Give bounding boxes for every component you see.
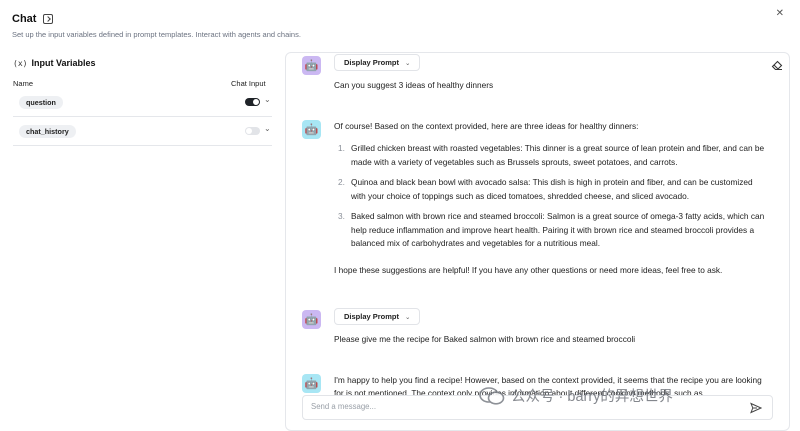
message-outro: I hope these suggestions are helpful! If… bbox=[334, 265, 723, 275]
title-row: Chat bbox=[12, 13, 54, 25]
list-number: 3. bbox=[338, 211, 345, 221]
list-item-text: Quinoa and black bean bowl with avocado … bbox=[351, 177, 753, 201]
chat-input-toggle[interactable] bbox=[245, 127, 260, 135]
column-header-chat-input: Chat Input bbox=[231, 79, 266, 88]
wechat-logo-icon bbox=[479, 386, 505, 405]
close-icon[interactable]: ✕ bbox=[776, 8, 784, 19]
variable-row-chat-history: chat_history ⌄ bbox=[13, 117, 272, 146]
list-item-text: Baked salmon with brown rice and steamed… bbox=[351, 211, 765, 248]
modal-header: Chat Set up the input variables defined … bbox=[0, 0, 800, 46]
input-variables-panel: (x) Input Variables Name Chat Input ques… bbox=[0, 50, 285, 431]
bot-icon: 🤖 bbox=[302, 374, 321, 393]
display-prompt-label: Display Prompt bbox=[344, 58, 400, 67]
chevron-down-icon: ⌄ bbox=[405, 59, 411, 67]
chevron-down-icon[interactable]: ⌄ bbox=[264, 95, 271, 104]
send-icon[interactable] bbox=[750, 402, 762, 414]
toggle-knob bbox=[253, 99, 259, 105]
chat-panel: 🤖 Display Prompt ⌄ Can you suggest 3 ide… bbox=[285, 52, 790, 431]
list-number: 1. bbox=[338, 143, 345, 153]
watermark: 公众号 · barry的异想世界 bbox=[478, 385, 673, 406]
variable-name-pill[interactable]: question bbox=[19, 96, 63, 109]
display-prompt-button[interactable]: Display Prompt ⌄ bbox=[334, 308, 421, 325]
list-item-text: Grilled chicken breast with roasted vege… bbox=[351, 143, 765, 167]
bot-icon: 🤖 bbox=[302, 120, 321, 139]
terminal-icon[interactable] bbox=[43, 14, 54, 24]
page-title: Chat bbox=[12, 13, 37, 25]
chat-input-toggle[interactable] bbox=[245, 98, 260, 106]
input-variables-title: Input Variables bbox=[31, 58, 96, 68]
column-header-name: Name bbox=[13, 79, 34, 88]
variable-icon: (x) bbox=[13, 58, 28, 68]
input-variables-header: (x) Input Variables bbox=[13, 58, 95, 68]
message-text: Can you suggest 3 ideas of healthy dinne… bbox=[334, 80, 494, 90]
watermark-text: 公众号 · barry的异想世界 bbox=[511, 389, 673, 405]
display-prompt-button[interactable]: Display Prompt ⌄ bbox=[334, 54, 421, 71]
variable-name-pill[interactable]: chat_history bbox=[19, 125, 76, 138]
chevron-down-icon[interactable]: ⌄ bbox=[264, 124, 271, 133]
list-number: 2. bbox=[338, 177, 345, 187]
toggle-knob bbox=[246, 128, 252, 134]
robot-icon: 🤖 bbox=[302, 56, 321, 75]
variable-row-question: question ⌄ bbox=[13, 88, 272, 117]
message-intro: Of course! Based on the context provided… bbox=[334, 121, 639, 131]
display-prompt-label: Display Prompt bbox=[344, 312, 400, 321]
page-subtitle: Set up the input variables defined in pr… bbox=[12, 30, 301, 39]
eraser-icon[interactable] bbox=[771, 59, 783, 71]
robot-icon: 🤖 bbox=[302, 310, 321, 329]
chevron-down-icon: ⌄ bbox=[405, 313, 411, 321]
message-text: Please give me the recipe for Baked salm… bbox=[334, 334, 636, 344]
